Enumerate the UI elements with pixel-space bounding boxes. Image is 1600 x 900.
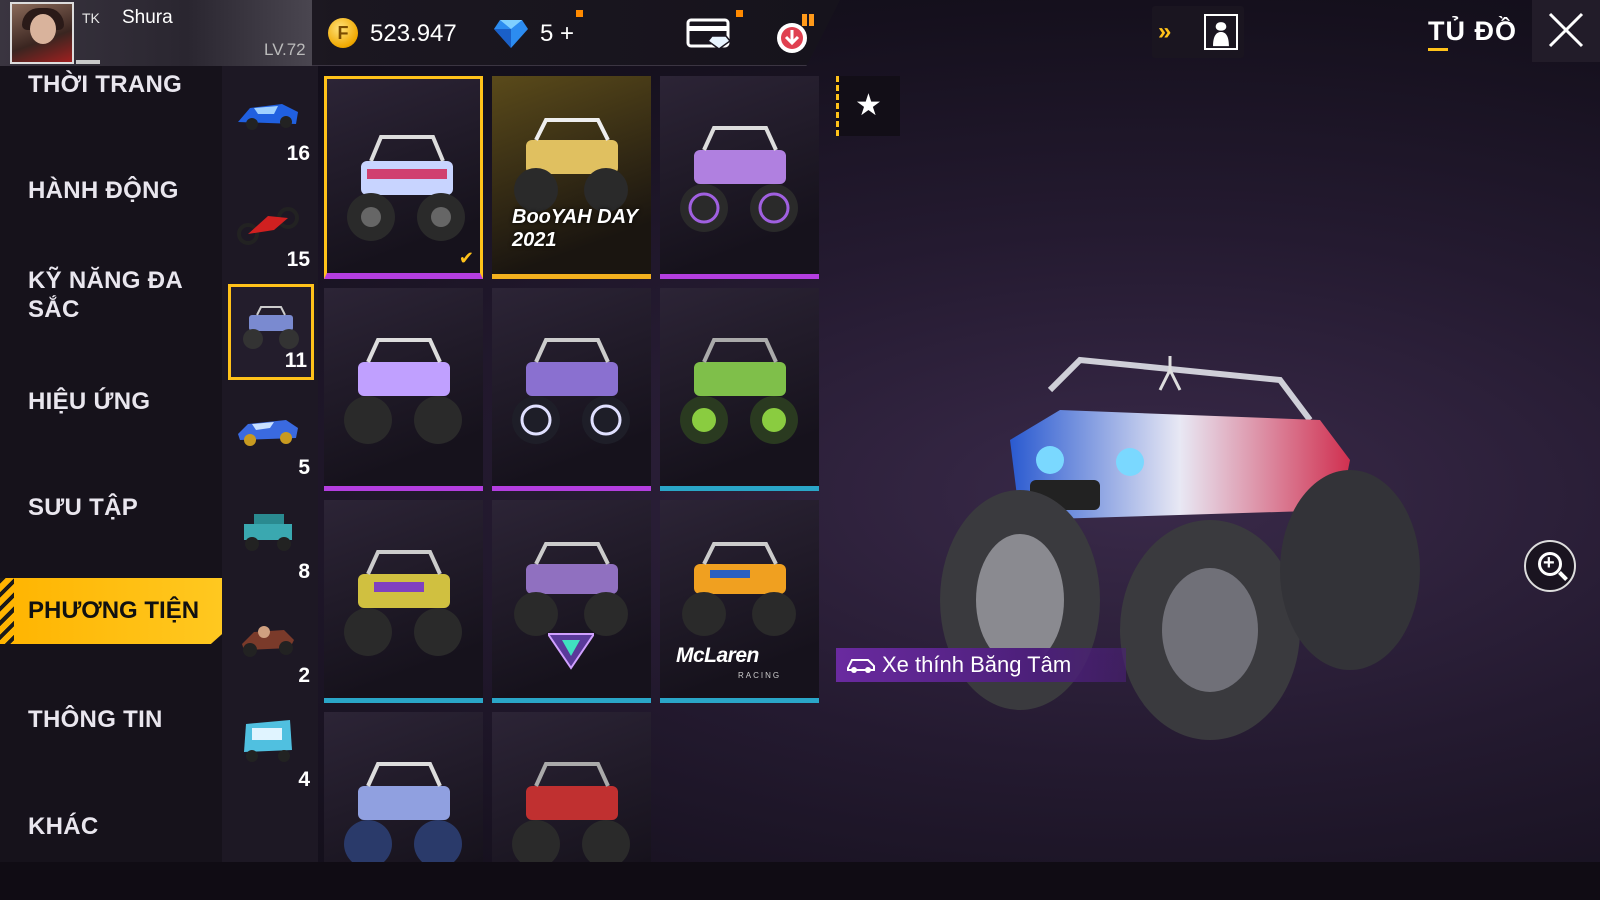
avatar[interactable] — [10, 2, 74, 64]
close-button[interactable] — [1532, 0, 1600, 62]
category-info[interactable]: THÔNG TIN — [28, 705, 163, 734]
monster-truck-icon — [512, 338, 630, 444]
brand-sub-text: RACING — [738, 671, 782, 680]
membership-card-icon[interactable] — [686, 14, 734, 50]
active-hatch-marker — [0, 578, 14, 644]
vehicle-type-sports-car[interactable]: 16 — [228, 74, 314, 170]
card-notify-dot — [736, 10, 743, 17]
vehicle-tile[interactable] — [324, 288, 483, 491]
elite-emblem-icon — [548, 633, 594, 670]
favorite-button[interactable]: ★ — [836, 76, 900, 136]
vehicle-tile[interactable] — [492, 500, 651, 703]
category-actions[interactable]: HÀNH ĐỘNG — [28, 176, 179, 205]
vehicle-tile[interactable] — [492, 712, 651, 866]
sports-car-icon — [238, 104, 298, 130]
monster-truck-icon — [680, 338, 798, 444]
vehicle-type-jeep[interactable]: 8 — [228, 492, 314, 588]
vehicle-tile[interactable]: BooYAH DAY 2021 — [492, 76, 651, 279]
tuk-tuk-icon — [244, 720, 292, 762]
title-underline — [1428, 48, 1448, 51]
vehicle-type-monster-truck[interactable]: 11 — [228, 284, 314, 380]
monster-truck-icon — [680, 126, 798, 232]
monster-truck-icon — [243, 306, 299, 349]
vehicle-icon — [847, 659, 875, 673]
vehicle-type-count: 15 — [286, 248, 310, 271]
zoom-button[interactable]: + — [1524, 540, 1576, 592]
bottom-strip — [0, 862, 1600, 900]
category-other[interactable]: KHÁC — [28, 812, 99, 841]
player-guild-tag: TK — [82, 10, 100, 26]
page-title: TỦ ĐỒ — [1428, 16, 1517, 46]
character-portrait-icon — [1204, 14, 1238, 50]
vehicle-type-count: 4 — [298, 768, 310, 791]
monster-truck-icon — [344, 762, 462, 866]
diamond-icon[interactable] — [494, 18, 528, 48]
character-switch-button[interactable]: » — [1152, 6, 1244, 58]
close-icon — [1548, 12, 1584, 48]
level-progress-bar — [76, 60, 100, 64]
equipped-check-icon: ✔ — [458, 248, 474, 268]
gold-coin-icon: F — [328, 18, 358, 48]
vehicle-type-count: 2 — [298, 664, 310, 687]
diamond-notify-dot — [576, 10, 583, 17]
vehicle-tile[interactable] — [324, 500, 483, 703]
vehicle-type-column: 16 15 11 5 8 2 4 — [222, 66, 318, 862]
jeep-icon — [244, 514, 292, 551]
vehicle-name-plate: Xe thính Băng Tâm — [836, 648, 1126, 682]
monster-truck-icon — [344, 550, 462, 656]
star-icon: ★ — [855, 89, 882, 122]
monster-truck-icon — [347, 135, 465, 241]
category-effects[interactable]: HIỆU ỨNG — [28, 387, 150, 416]
vehicle-tile[interactable] — [660, 76, 819, 279]
player-card[interactable]: TK Shura LV.72 — [0, 0, 312, 66]
zoom-plus-glyph: + — [1543, 552, 1555, 574]
vehicle-tile[interactable]: McLaren RACING — [660, 500, 819, 703]
vehicle-tile[interactable] — [492, 288, 651, 491]
event-badge-text: BooYAH DAY 2021 — [512, 206, 638, 251]
vehicle-type-kart[interactable]: 2 — [228, 596, 314, 692]
category-collection[interactable]: SƯU TẬP — [28, 493, 138, 522]
vehicle-type-count: 16 — [286, 142, 310, 165]
vehicle-tile[interactable] — [660, 288, 819, 491]
monster-truck-icon — [344, 338, 462, 444]
vehicle-type-motorbike[interactable]: 15 — [228, 180, 314, 276]
kart-icon — [242, 626, 294, 657]
vehicle-type-count: 11 — [284, 349, 307, 372]
muscle-car-icon — [238, 420, 298, 446]
category-fashion[interactable]: THỜI TRANG — [28, 70, 182, 99]
double-chevron-icon: » — [1158, 18, 1172, 45]
vehicle-grid: ✔ BooYAH DAY 2021 McLaren RACING — [324, 76, 824, 866]
vehicle-type-count: 5 — [298, 456, 310, 479]
vehicle-tile[interactable] — [324, 712, 483, 866]
gold-amount: 523.947 — [370, 20, 457, 47]
vehicle-name: Xe thính Băng Tâm — [882, 652, 1072, 677]
category-vehicles-active[interactable]: PHƯƠNG TIỆN — [0, 578, 222, 644]
player-level: LV.72 — [264, 40, 306, 59]
motorbike-icon — [237, 207, 299, 245]
zoom-handle — [1558, 571, 1568, 581]
brand-logo-text: McLaren — [676, 644, 759, 667]
gift-cloud-icon[interactable] — [772, 12, 816, 54]
player-name: Shura — [122, 7, 173, 28]
vehicle-type-count: 8 — [298, 560, 310, 583]
vehicle-type-muscle-car[interactable]: 5 — [228, 388, 314, 484]
diamond-amount[interactable]: 5 + — [540, 20, 574, 48]
category-vehicles-label: PHƯƠNG TIỆN — [28, 597, 200, 624]
vehicle-tile[interactable]: ✔ — [324, 76, 483, 279]
monster-truck-icon — [512, 762, 630, 866]
vehicle-type-tuk-tuk[interactable]: 4 — [228, 700, 314, 796]
category-multicolor-skills[interactable]: KỸ NĂNG ĐA SẮC — [28, 266, 198, 324]
